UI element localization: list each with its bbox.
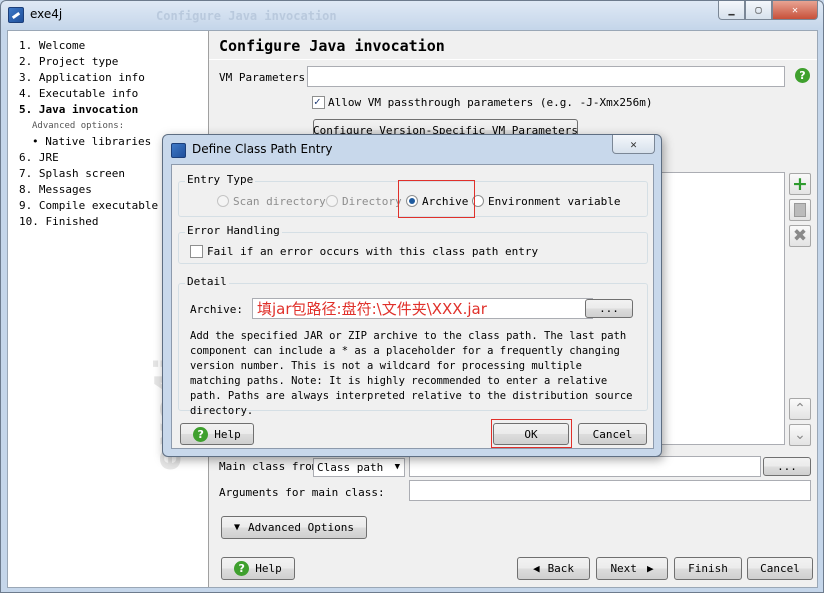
step-item[interactable]: 2. Project type [19, 54, 208, 70]
add-entry-button[interactable]: + [789, 173, 811, 195]
step-item[interactable]: 3. Application info [19, 70, 208, 86]
environment-variable-radio[interactable] [472, 195, 484, 207]
edit-entry-button[interactable] [789, 199, 811, 221]
x-icon: ✖ [792, 226, 808, 246]
define-class-path-dialog: Define Class Path Entry ✕ Entry Type Sca… [162, 134, 662, 457]
main-class-source-value: Class path [317, 461, 384, 474]
title-divider [209, 59, 817, 60]
advanced-options-heading: Advanced options: [32, 121, 125, 131]
scan-directory-radio[interactable] [217, 195, 229, 207]
fail-on-error-checkbox[interactable] [190, 245, 203, 258]
close-button[interactable]: ✕ [772, 1, 818, 20]
environment-variable-label: Environment variable [488, 195, 621, 208]
step-item[interactable]: 5. Java invocation [19, 102, 208, 118]
dropdown-caret-icon: ▼ [394, 462, 400, 472]
dialog-app-icon [171, 143, 186, 158]
error-handling-label: Error Handling [185, 224, 282, 237]
entry-type-label: Entry Type [185, 173, 256, 186]
finish-button[interactable]: Finish [674, 557, 742, 580]
entry-type-group: Entry Type Scan directory Directory Arch… [178, 173, 648, 217]
vm-passthrough-checkbox[interactable] [312, 95, 325, 109]
next-arrow-icon: ▶ [646, 562, 654, 575]
maximize-button[interactable]: ▢ [745, 1, 772, 20]
chevron-down-icon: ⌄ [794, 427, 806, 443]
help-button[interactable]: ? Help [221, 557, 295, 580]
directory-radio[interactable] [326, 195, 338, 207]
vm-passthrough-label: Allow VM passthrough parameters (e.g. -J… [328, 96, 653, 109]
triangle-down-icon: ▼ [234, 522, 241, 533]
arguments-input[interactable] [409, 480, 811, 501]
page-title: Configure Java invocation [219, 37, 445, 55]
plus-icon: + [792, 172, 808, 195]
main-class-browse-button[interactable]: ... [763, 457, 811, 476]
window-title: exe4j [30, 7, 63, 21]
main-class-input[interactable] [409, 456, 761, 477]
archive-radio[interactable] [406, 195, 418, 207]
help-icon: ? [234, 561, 250, 576]
dialog-help-label: Help [214, 427, 241, 441]
minimize-button[interactable]: ▁ [718, 1, 745, 20]
vm-parameters-label: VM Parameters: [219, 71, 312, 84]
remove-entry-button[interactable]: ✖ [789, 225, 811, 247]
document-icon [794, 203, 806, 217]
archive-path-input[interactable]: 填jar包路径:盘符:\文件夹\XXX.jar [252, 298, 593, 319]
vm-parameters-input[interactable] [307, 66, 785, 87]
dialog-help-button[interactable]: ? Help [180, 423, 254, 445]
dialog-close-button[interactable]: ✕ [612, 135, 655, 154]
main-class-source-select[interactable]: Class path ▼ [313, 458, 405, 477]
ghost-title: Configure Java invocation [156, 9, 337, 23]
vm-help-icon[interactable]: ? [795, 68, 810, 83]
dialog-cancel-button[interactable]: Cancel [578, 423, 647, 445]
scan-directory-label: Scan directory [233, 195, 326, 208]
next-label: Next [610, 562, 637, 575]
next-button[interactable]: Next ▶ [596, 557, 668, 580]
exe4j-app-icon [8, 7, 24, 23]
main-class-label: Main class from [219, 460, 319, 473]
dialog-title: Define Class Path Entry [192, 142, 333, 156]
fail-on-error-label: Fail if an error occurs with this class … [207, 245, 539, 258]
archive-label: Archive: [190, 303, 243, 316]
move-up-button[interactable]: ⌃ [789, 398, 811, 420]
detail-description: Add the specified JAR or ZIP archive to … [190, 330, 633, 417]
arguments-label: Arguments for main class: [219, 486, 385, 499]
advanced-options-button[interactable]: ▼ Advanced Options [221, 516, 367, 539]
back-label: Back [547, 562, 575, 575]
move-down-button[interactable]: ⌄ [789, 424, 811, 446]
step-item[interactable]: 1. Welcome [19, 38, 208, 54]
archive-browse-button[interactable]: ... [585, 299, 633, 318]
back-button[interactable]: ◀ Back [517, 557, 590, 580]
ok-button[interactable]: OK [493, 423, 569, 445]
chevron-up-icon: ⌃ [794, 401, 806, 417]
advanced-options-label: Advanced Options [248, 521, 354, 534]
detail-label: Detail [185, 275, 229, 288]
step-item[interactable]: 4. Executable info [19, 86, 208, 102]
help-icon: ? [193, 426, 209, 442]
dialog-body: Entry Type Scan directory Directory Arch… [171, 164, 654, 449]
error-handling-group: Error Handling Fail if an error occurs w… [178, 224, 648, 264]
archive-radio-label: Archive [422, 195, 469, 208]
title-bar: exe4j Configure Java invocation ▁ ▢ ✕ [1, 1, 823, 29]
cancel-button[interactable]: Cancel [747, 557, 813, 580]
directory-label: Directory [342, 195, 402, 208]
help-label: Help [255, 562, 282, 575]
back-arrow-icon: ◀ [532, 562, 540, 575]
